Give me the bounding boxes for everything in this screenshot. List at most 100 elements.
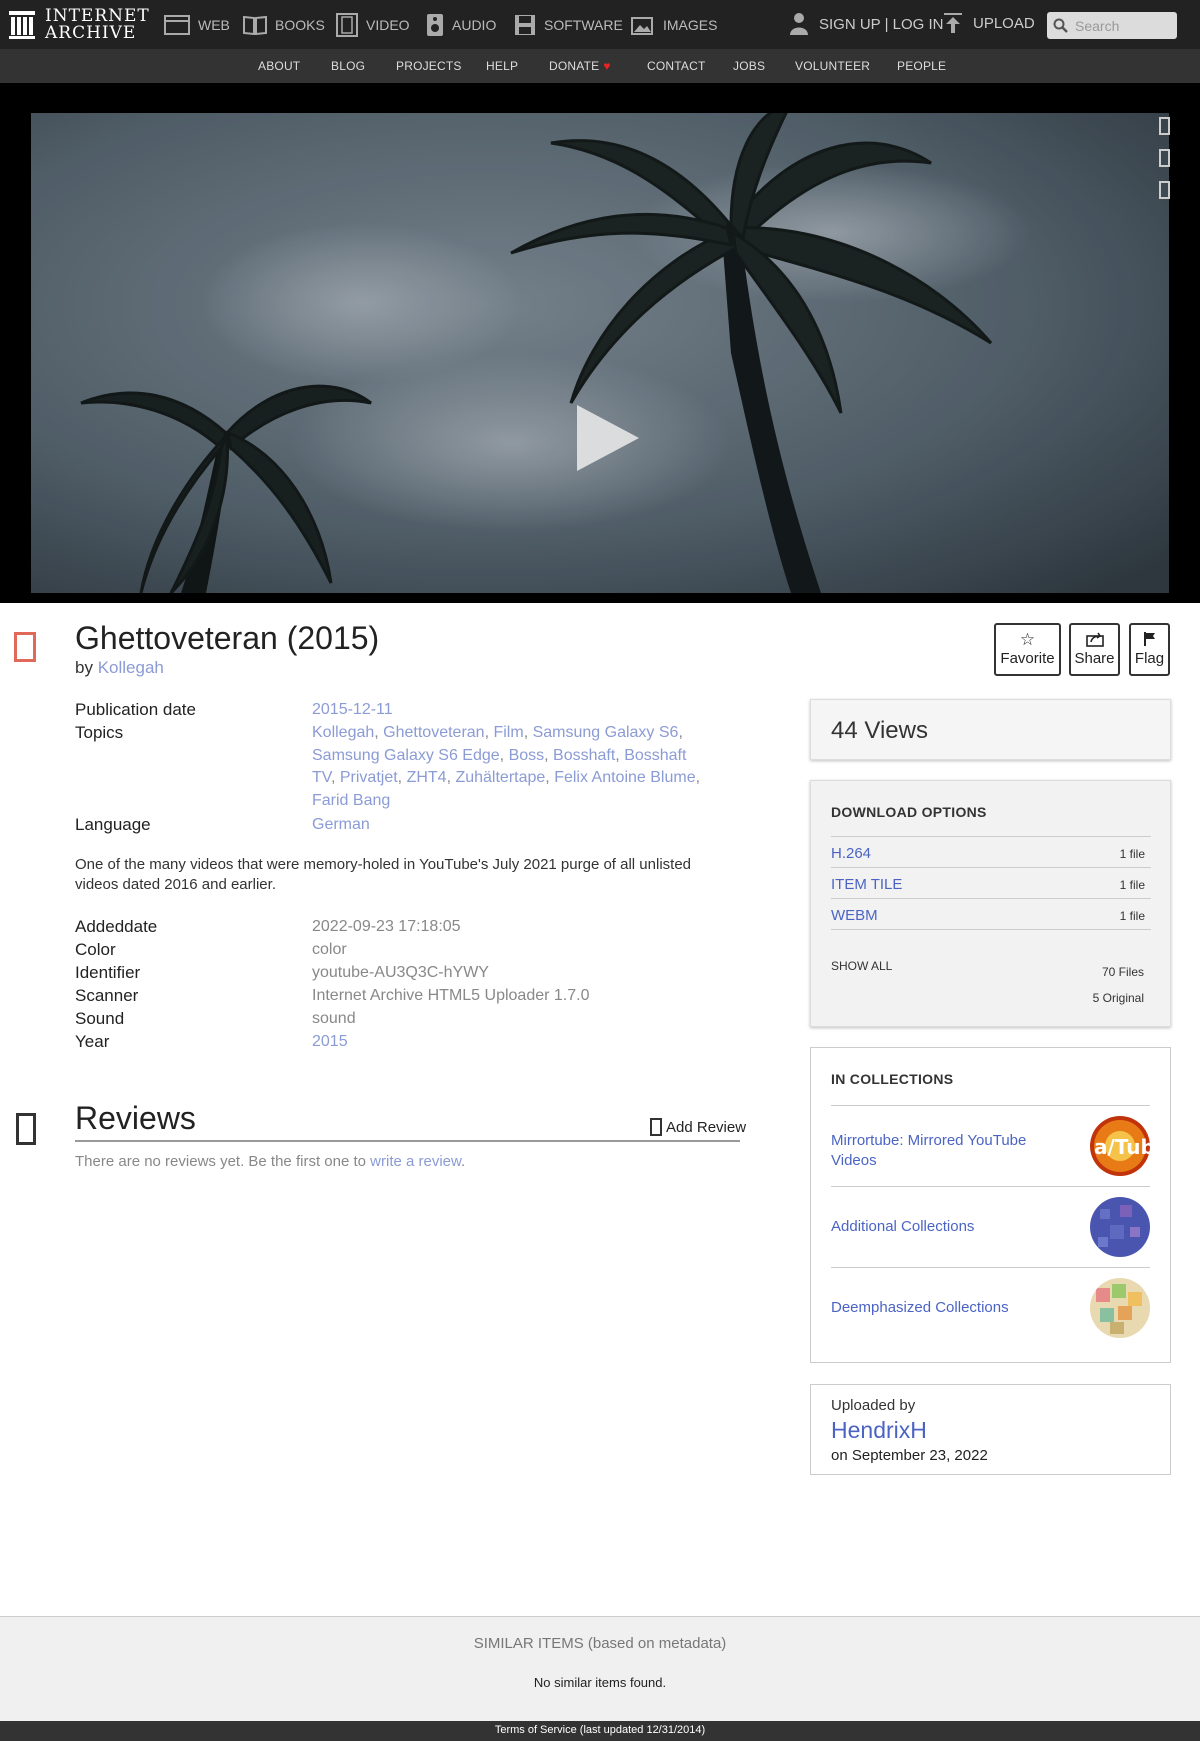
topic-separator: , [615,746,625,764]
publication-date-value[interactable]: 2015-12-11 [312,699,393,722]
topic-link[interactable]: ZHT4 [407,769,447,786]
internet-archive-logo[interactable]: INTERNET ARCHIVE [8,7,150,43]
movie-mediatype-icon [14,632,36,662]
download-option-row[interactable]: WEBM 1 file [831,898,1151,929]
flag-button[interactable]: Flag [1129,623,1170,676]
share-label: Share [1074,650,1115,667]
topic-separator: , [678,724,683,741]
terms-of-service-link[interactable]: Terms of Service (last updated 12/31/201… [0,1724,1200,1736]
upload-link[interactable]: UPLOAD [943,12,1035,34]
download-format-link[interactable]: WEBM [831,907,878,924]
nav-video[interactable]: VIDEO [336,12,410,38]
collections-box: IN COLLECTIONS Mirrortube: Mirrored YouT… [810,1047,1171,1363]
add-review-label: Add Review [666,1118,747,1136]
metadata-field-value: sound [312,1010,356,1027]
sign-up-login-link[interactable]: SIGN UP | LOG IN [789,12,943,36]
topic-link[interactable]: Bosshaft [553,747,615,764]
player-sidebar-icon[interactable] [1159,117,1170,135]
collection-thumbnail [1090,1278,1150,1338]
download-file-count: 1 file [1119,909,1145,923]
topic-separator: , [523,724,533,741]
metadata-field-label: Addeddate [75,917,158,936]
images-icon [631,17,653,35]
write-review-link[interactable]: write a review [370,1153,461,1170]
item-title: Ghettoveteran (2015) [75,620,380,656]
metadata-field-value: Internet Archive HTML5 Uploader 1.7.0 [312,987,590,1004]
metadata-field-value[interactable]: 2015 [312,1031,348,1054]
secondary-navigation-bar: ABOUT BLOG PROJECTS HELP DONATE ♥ CONTACT… [0,49,1200,83]
language-value[interactable]: German [312,814,370,837]
upload-icon [944,13,962,33]
show-all-button[interactable]: SHOW ALL [831,959,892,973]
subnav-volunteer[interactable]: VOLUNTEER [795,59,870,73]
share-button[interactable]: Share [1069,623,1120,676]
download-option-row[interactable]: H.264 1 file [831,836,1151,867]
similar-items-heading: SIMILAR ITEMS (based on metadata) [473,1635,727,1652]
topic-link[interactable]: Kollegah [312,724,374,741]
subnav-jobs[interactable]: JOBS [733,59,765,73]
video-player[interactable] [31,113,1169,593]
subnav-contact[interactable]: CONTACT [647,59,706,73]
topic-link[interactable]: Zuhältertape [455,769,545,786]
metadata-field-value: color [312,941,347,958]
topic-link[interactable]: Samsung Galaxy S6 [533,724,679,741]
item-byline: by Kollegah [75,658,164,678]
views-label: Views [864,717,928,744]
topic-link[interactable]: Film [493,724,523,741]
topic-link[interactable]: Felix Antoine Blume [554,769,695,786]
download-format-link[interactable]: H.264 [831,845,871,862]
subnav-people[interactable]: PEOPLE [897,59,946,73]
files-count: 70 Files [1101,965,1144,979]
share-icon [1071,631,1118,649]
views-count: 44 [831,717,858,744]
collection-thumbnail: a/Tub [1090,1116,1150,1176]
nav-books[interactable]: BOOKS [243,12,325,38]
video-poster-frame [31,113,1169,593]
nav-images[interactable]: IMAGES [631,12,717,38]
reviews-divider [75,1140,740,1142]
topic-link[interactable]: Ghettoveteran [383,724,484,741]
player-sidebar-icon[interactable] [1159,149,1170,167]
nav-software[interactable]: SOFTWARE [514,12,623,38]
reviews-icon [16,1113,36,1145]
creator-link[interactable]: Kollegah [98,658,164,677]
nav-audio[interactable]: AUDIO [426,12,496,38]
publication-date-label: Publication date [75,700,196,719]
collection-item[interactable]: Additional Collections [831,1186,1150,1267]
download-format-link[interactable]: ITEM TILE [831,876,902,893]
nav-web[interactable]: WEB [164,12,230,38]
metadata-field-value: 2022-09-23 17:18:05 [312,918,461,935]
topic-link[interactable]: Samsung Galaxy S6 Edge [312,747,500,764]
metadata-field-label: Sound [75,1009,125,1028]
topic-link[interactable]: Boss [509,747,545,764]
search-icon [1053,18,1068,33]
subnav-blog[interactable]: BLOG [331,59,365,73]
topic-link[interactable]: Privatjet [340,769,398,786]
subnav-donate[interactable]: DONATE ♥ [549,59,611,73]
audio-speaker-icon [427,14,443,36]
metadata-field-label: Year [75,1032,110,1051]
favorite-button[interactable]: ☆ Favorite [994,623,1061,676]
uploader-link[interactable]: HendrixH [831,1417,927,1444]
search-input[interactable] [1073,16,1173,36]
subnav-about[interactable]: ABOUT [258,59,300,73]
subnav-projects[interactable]: PROJECTS [396,59,462,73]
metadata-field-label: Identifier [75,963,141,982]
subnav-donate-label: DONATE [549,59,600,73]
collection-item[interactable]: Mirrortube: Mirrored YouTube Videos a/Tu… [831,1105,1150,1186]
uploaded-by-label: Uploaded by [831,1397,916,1414]
nav-audio-label: AUDIO [452,17,497,33]
play-button[interactable] [573,403,643,473]
pencil-icon [650,1118,662,1136]
download-option-row[interactable]: ITEM TILE 1 file [831,867,1151,898]
upload-date: on September 23, 2022 [831,1447,988,1464]
topic-link[interactable]: Farid Bang [312,792,390,809]
collection-item[interactable]: Deemphasized Collections [831,1267,1150,1348]
subnav-help[interactable]: HELP [486,59,518,73]
collection-name: Additional Collections [831,1218,975,1235]
no-reviews-message: There are no reviews yet. Be the first o… [75,1153,366,1170]
player-sidebar-icon[interactable] [1159,181,1170,199]
topic-separator: , [374,724,384,741]
add-review-button[interactable]: Add Review [650,1118,746,1136]
original-count: 5 Original [1092,991,1144,1005]
